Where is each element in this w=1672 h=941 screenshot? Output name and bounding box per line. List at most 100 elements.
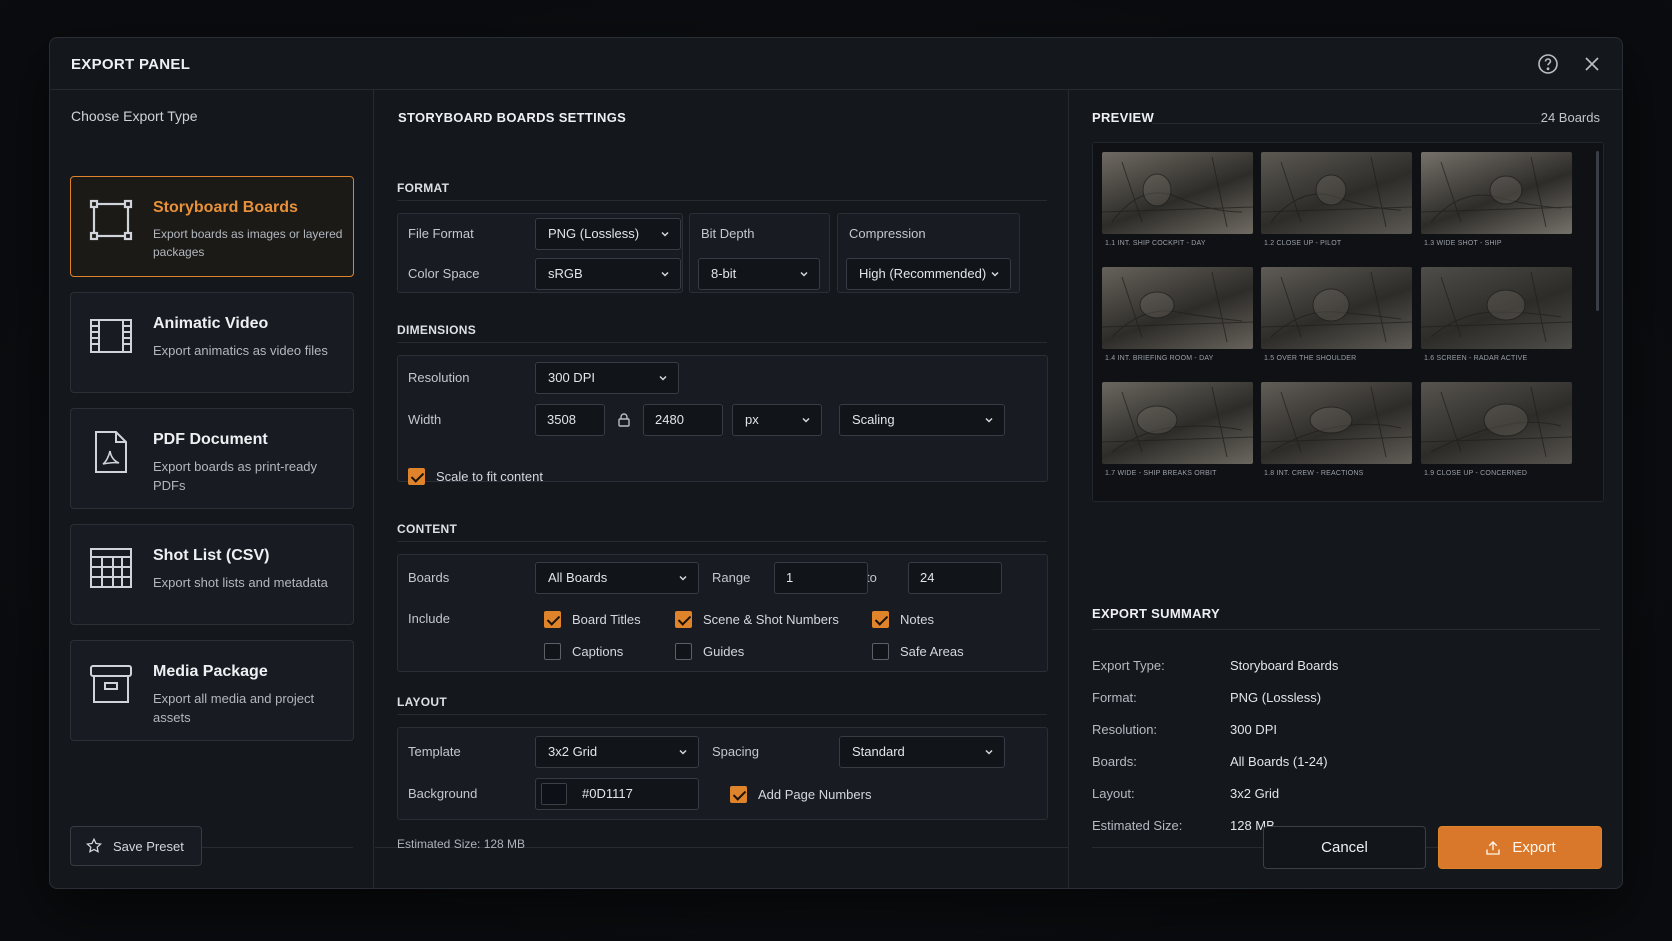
- notes-checkbox[interactable]: [872, 611, 889, 628]
- scale-to-fit-checkbox[interactable]: [408, 468, 425, 485]
- chevron-down-icon: [985, 749, 993, 755]
- boards-select[interactable]: All Boards: [535, 562, 699, 594]
- safe-areas-label: Safe Areas: [900, 644, 964, 659]
- export-type-description: Export animatics as video files: [153, 343, 328, 358]
- unit-value: px: [745, 412, 759, 427]
- preview-board-thumbnail[interactable]: [1421, 267, 1572, 349]
- preview-board-thumbnail[interactable]: [1261, 152, 1412, 234]
- preview-board-thumbnail[interactable]: [1261, 382, 1412, 464]
- bit-depth-label: Bit Depth: [701, 226, 755, 241]
- preview-board-thumbnail[interactable]: [1102, 382, 1253, 464]
- export-type-title: Media Package: [153, 663, 268, 680]
- background-color-value: #0D1117: [582, 786, 633, 801]
- lock-icon[interactable]: [616, 412, 632, 428]
- preview-board-count: 24 Boards: [1540, 110, 1600, 125]
- export-type-description: Export boards as images or layered packa…: [153, 227, 343, 259]
- summary-value: 3x2 Grid: [1230, 786, 1280, 801]
- scene-shot-numbers-checkbox[interactable]: [675, 611, 692, 628]
- help-icon[interactable]: [1536, 52, 1560, 76]
- estimated-size-footer: Estimated Size: 128 MB: [397, 837, 526, 851]
- save-preset-button[interactable]: Save Preset: [70, 826, 202, 866]
- color-space-select[interactable]: sRGB: [535, 258, 681, 290]
- export-label: Export: [1512, 839, 1556, 856]
- resolution-value: 300 DPI: [548, 370, 595, 385]
- bit-depth-select[interactable]: 8-bit: [698, 258, 820, 290]
- file-format-label: File Format: [408, 226, 474, 241]
- captions-label: Captions: [572, 644, 624, 659]
- table-grid-icon: [90, 548, 132, 588]
- spacing-select[interactable]: Standard: [839, 736, 1005, 768]
- preview-board-thumbnail[interactable]: [1421, 152, 1572, 234]
- resolution-select[interactable]: 300 DPI: [535, 362, 679, 394]
- scene-shot-numbers-label: Scene & Shot Numbers: [703, 612, 839, 627]
- preview-board-caption: 1.7 WIDE - SHIP BREAKS ORBIT: [1105, 470, 1217, 477]
- safe-areas-checkbox[interactable]: [872, 643, 889, 660]
- export-type-media-package[interactable]: Media Package Export all media and proje…: [70, 640, 354, 741]
- preview-heading: PREVIEW: [1092, 110, 1155, 125]
- range-to-input[interactable]: 24: [908, 562, 1002, 594]
- cancel-button[interactable]: Cancel: [1263, 826, 1426, 869]
- export-type-animatic-video[interactable]: Animatic Video Export animatics as video…: [70, 292, 354, 393]
- add-page-numbers-checkbox[interactable]: [730, 786, 747, 803]
- export-type-column: Choose Export Type Storyboard Boards Exp…: [50, 90, 374, 888]
- board-titles-label: Board Titles: [572, 612, 641, 627]
- layout-section-label: LAYOUT: [397, 695, 448, 709]
- export-type-shot-list-csv[interactable]: Shot List (CSV) Export shot lists and me…: [70, 524, 354, 625]
- export-type-title: Storyboard Boards: [153, 199, 298, 216]
- captions-checkbox[interactable]: [544, 643, 561, 660]
- preview-board-thumbnail[interactable]: [1102, 152, 1253, 234]
- summary-value: PNG (Lossless): [1230, 690, 1322, 705]
- scaling-select[interactable]: Scaling: [839, 404, 1005, 436]
- preview-board-caption: 1.1 INT. SHIP COCKPIT - DAY: [1105, 240, 1206, 247]
- sketch-illustration: [1102, 386, 1253, 458]
- width-input[interactable]: 3508: [535, 404, 605, 436]
- file-format-select[interactable]: PNG (Lossless): [535, 218, 681, 250]
- boards-value: All Boards: [548, 570, 608, 585]
- unit-select[interactable]: px: [732, 404, 822, 436]
- close-icon[interactable]: [1580, 52, 1604, 76]
- compression-label: Compression: [849, 226, 926, 241]
- height-input[interactable]: 2480: [643, 404, 723, 436]
- preview-scrollbar[interactable]: [1596, 151, 1599, 311]
- archive-box-icon: [90, 665, 132, 703]
- divider: [1092, 629, 1600, 630]
- preview-board-thumbnail[interactable]: [1102, 267, 1253, 349]
- storyboard-frame-icon: [89, 199, 133, 241]
- spacing-value: Standard: [852, 744, 905, 759]
- export-type-description: Export shot lists and metadata: [153, 575, 328, 590]
- preview-board-thumbnail[interactable]: [1261, 267, 1412, 349]
- include-label: Include: [408, 611, 450, 626]
- guides-label: Guides: [703, 644, 745, 659]
- divider: [1152, 123, 1542, 124]
- preview-grid[interactable]: 1.1 INT. SHIP COCKPIT - DAY 1.2 CLOSE UP …: [1092, 142, 1604, 502]
- chevron-down-icon: [991, 271, 999, 277]
- chevron-down-icon: [800, 271, 808, 277]
- export-button[interactable]: Export: [1438, 826, 1602, 869]
- guides-checkbox[interactable]: [675, 643, 692, 660]
- divider: [397, 342, 1047, 343]
- settings-column: STORYBOARD BOARDS SETTINGS FORMAT File F…: [375, 90, 1069, 888]
- boards-label: Boards: [408, 570, 450, 585]
- preview-board-caption: 1.5 OVER THE SHOULDER: [1264, 355, 1357, 362]
- preview-column: PREVIEW 24 Boards 1.1 INT. SHIP COCKPIT …: [1070, 90, 1622, 888]
- compression-select[interactable]: High (Recommended): [846, 258, 1011, 290]
- preview-board-caption: 1.8 INT. CREW - REACTIONS: [1264, 470, 1364, 477]
- content-section-label: CONTENT: [397, 522, 458, 536]
- summary-key: Export Type:: [1092, 658, 1165, 673]
- sketch-illustration: [1102, 271, 1253, 343]
- export-type-title: Shot List (CSV): [153, 547, 270, 564]
- range-from-input[interactable]: 1: [774, 562, 868, 594]
- export-type-title: PDF Document: [153, 431, 268, 448]
- preview-board-caption: 1.6 SCREEN - RADAR ACTIVE: [1424, 355, 1528, 362]
- summary-key: Boards:: [1092, 754, 1137, 769]
- spacing-label: Spacing: [712, 744, 759, 759]
- board-titles-checkbox[interactable]: [544, 611, 561, 628]
- background-color-swatch[interactable]: [541, 783, 567, 805]
- sketch-illustration: [1261, 156, 1412, 228]
- template-select[interactable]: 3x2 Grid: [535, 736, 699, 768]
- star-icon: [85, 837, 103, 853]
- preview-board-caption: 1.4 INT. BRIEFING ROOM - DAY: [1105, 355, 1214, 362]
- preview-board-thumbnail[interactable]: [1421, 382, 1572, 464]
- export-type-storyboard-boards[interactable]: Storyboard Boards Export boards as image…: [70, 176, 354, 277]
- export-type-pdf-document[interactable]: PDF Document Export boards as print-read…: [70, 408, 354, 509]
